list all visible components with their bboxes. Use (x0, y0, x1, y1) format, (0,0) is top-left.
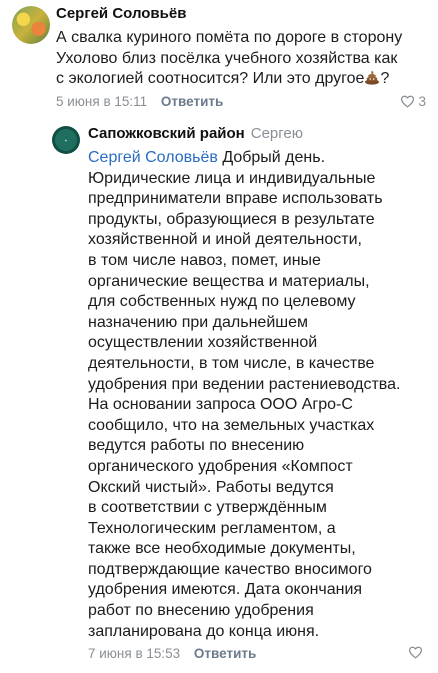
text-line: сообщило, что на земельных участках (88, 416, 375, 434)
reply-to-label[interactable]: Сергею (251, 125, 303, 142)
text-line: назначению при дальнейшем (88, 313, 308, 331)
text-line: Ухолово близ посёлка учебного хозяйства … (56, 49, 398, 67)
text-line: удобрения имеются. Дата окончания (88, 581, 363, 599)
text-line: Технологическим регламентом, а (88, 519, 336, 537)
comment-date[interactable]: 7 июня в 15:53 (88, 646, 180, 661)
text-line: с экологией соотносится? Или это другое? (56, 69, 430, 90)
text-line: Сергей Соловьёв Добрый день. (88, 148, 430, 169)
poop-emoji-icon (365, 70, 380, 85)
like-button[interactable]: 3 (400, 93, 426, 111)
author-name[interactable]: Сапожковский район (88, 125, 245, 142)
heart-icon (408, 646, 423, 659)
text-line: органические вещества и материалы, (88, 272, 370, 290)
like-button[interactable] (408, 645, 426, 660)
comment-meta: 5 июня в 15:11 Ответить 3 (56, 93, 430, 111)
text-line-content: Добрый день. (217, 149, 326, 166)
comment-body: Сергей Соловьёв А свалка куриного помёта… (56, 4, 430, 111)
text-tail: ? (380, 70, 390, 88)
avatar-logo-icon: ✦ (64, 137, 68, 143)
comment-date[interactable]: 5 июня в 15:11 (56, 94, 147, 109)
comment-text: Сергей Соловьёв Добрый день. Юридические… (88, 148, 430, 642)
comment-thread: Сергей Соловьёв А свалка куриного помёта… (0, 0, 438, 673)
text-line: А свалка куриного помёта по дороге в сто… (56, 29, 403, 46)
like-count: 3 (418, 93, 426, 109)
text-line: хозяйственной и иной деятельности, (88, 231, 362, 249)
text-line: работ по внесению удобрения (88, 602, 314, 620)
text-line: ведутся работы по внесению (88, 437, 305, 455)
text-line: предприниматели вправе использовать (88, 190, 383, 208)
heart-icon (401, 95, 415, 108)
text-line: подтверждающие качество вносимого (88, 560, 372, 578)
text-line: в том числе навоз, помет, иные (88, 251, 321, 269)
comment-body: Сапожковский район Сергею Сергей Соловьёв… (88, 124, 430, 663)
reply-button[interactable]: Ответить (194, 646, 256, 661)
comment-text: А свалка куриного помёта по дороге в сто… (56, 28, 430, 90)
text-line: запланирована до конца июня. (88, 622, 320, 640)
comment-meta: 7 июня в 15:53 Ответить (88, 645, 430, 663)
text-line-content: с экологией соотносится? Или это другое (56, 70, 365, 88)
avatar[interactable]: ✦ (52, 126, 80, 154)
text-line: органического удобрения «Компост (88, 457, 353, 475)
author-name[interactable]: Сергей Соловьёв (56, 5, 186, 22)
text-line: продукты, образующиеся в результате (88, 210, 375, 228)
text-line: в соответствии с утверждённым (88, 499, 327, 517)
text-line: удобрения при ведении растениеводства. (88, 375, 401, 393)
text-line: также все необходимые документы, (88, 540, 356, 558)
text-line: На основании запроса ООО Агро-С (88, 396, 353, 414)
comment-header: Сапожковский район Сергею (88, 124, 430, 144)
text-line: для собственных нужд по целевому (88, 293, 356, 311)
comment-header: Сергей Соловьёв (56, 4, 430, 24)
text-line: Юридические лица и индивидуальные (88, 169, 376, 187)
reply-button[interactable]: Ответить (161, 94, 223, 109)
avatar[interactable] (12, 6, 50, 44)
mention-link[interactable]: Сергей Соловьёв (88, 149, 218, 166)
text-line: деятельности, в том числе, в качестве (88, 354, 375, 372)
text-line: Окский чистый». Работы ведутся (88, 478, 334, 496)
text-line: осуществлении хозяйственной (88, 334, 318, 352)
